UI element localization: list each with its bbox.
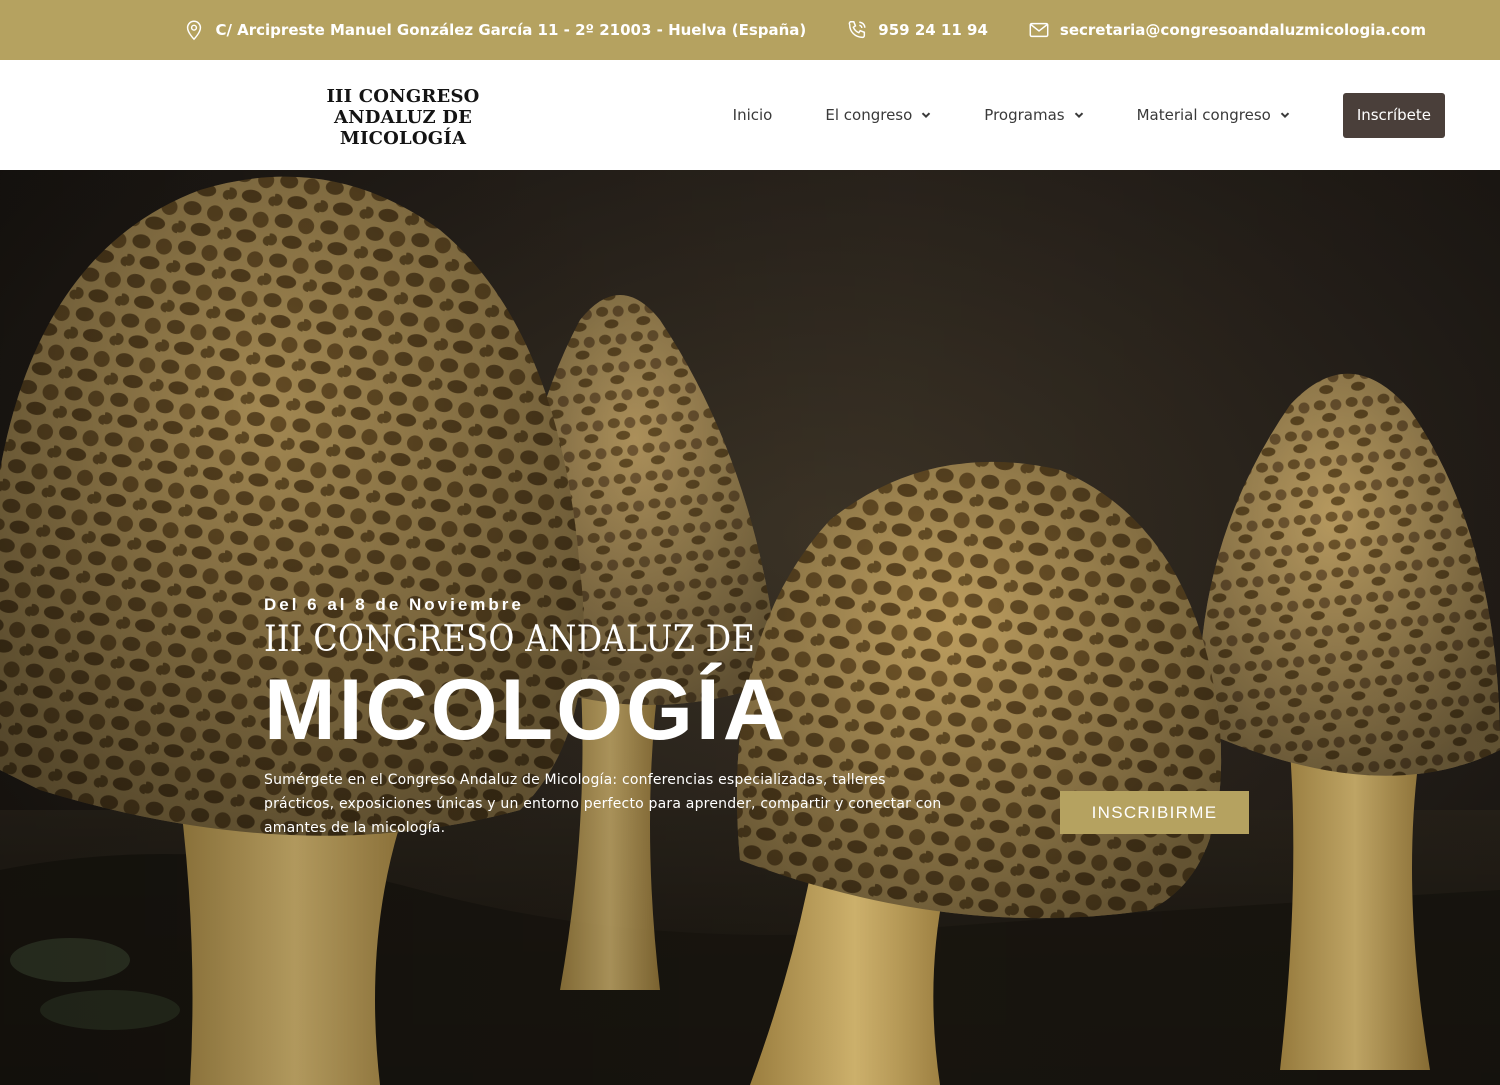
logo-line-2: ANDALUZ DE	[333, 107, 473, 128]
inscribirme-button[interactable]: INSCRIBIRME	[1060, 791, 1249, 834]
phone-info[interactable]: 959 24 11 94	[846, 19, 988, 41]
inscribete-button[interactable]: Inscríbete	[1342, 92, 1445, 138]
site-logo[interactable]: III CONGRESO ANDALUZ DE MICOLOGÍA	[322, 86, 484, 149]
top-info-bar: C/ Arcipreste Manuel González García 11 …	[0, 0, 1500, 60]
address-info: C/ Arcipreste Manuel González García 11 …	[183, 19, 806, 41]
nav-label: Inicio	[732, 106, 773, 124]
nav-item-programas[interactable]: Programas	[984, 106, 1083, 124]
nav-label: Programas	[984, 106, 1065, 124]
nav-item-el-congreso[interactable]: El congreso	[825, 106, 931, 124]
hero-content: Del 6 al 8 de Noviembre III CONGRESO AND…	[264, 594, 964, 840]
hero-section: Del 6 al 8 de Noviembre III CONGRESO AND…	[0, 170, 1500, 1085]
hero-title-line-2: MICOLOGÍA	[264, 662, 788, 758]
nav-item-material-congreso[interactable]: Material congreso	[1137, 106, 1290, 124]
chevron-down-icon	[922, 112, 931, 118]
nav-label: Material congreso	[1136, 106, 1271, 124]
envelope-icon	[1029, 22, 1049, 38]
phone-icon	[848, 21, 866, 39]
phone-text[interactable]: 959 24 11 94	[878, 21, 988, 39]
site-header: III CONGRESO ANDALUZ DE MICOLOGÍA Inicio…	[0, 60, 1500, 170]
nav-item-inicio[interactable]: Inicio	[733, 106, 773, 124]
chevron-down-icon	[1074, 112, 1083, 118]
logo-line-1: III CONGRESO	[326, 86, 480, 107]
hero-description: Sumérgete en el Congreso Andaluz de Mico…	[264, 772, 942, 836]
logo-line-3: MICOLOGÍA	[339, 128, 467, 149]
nav-label: El congreso	[825, 106, 913, 124]
hero-title-line-1: III CONGRESO ANDALUZ DE	[264, 619, 756, 660]
email-text[interactable]: secretaria@congresoandaluzmicologia.com	[1060, 21, 1426, 39]
map-pin-icon	[187, 20, 202, 41]
address-text: C/ Arcipreste Manuel González García 11 …	[215, 21, 807, 39]
chevron-down-icon	[1280, 112, 1290, 118]
email-info[interactable]: secretaria@congresoandaluzmicologia.com	[1028, 19, 1426, 41]
event-date: Del 6 al 8 de Noviembre	[264, 595, 524, 614]
main-nav: Inicio El congreso Programas Material co…	[733, 60, 1445, 170]
